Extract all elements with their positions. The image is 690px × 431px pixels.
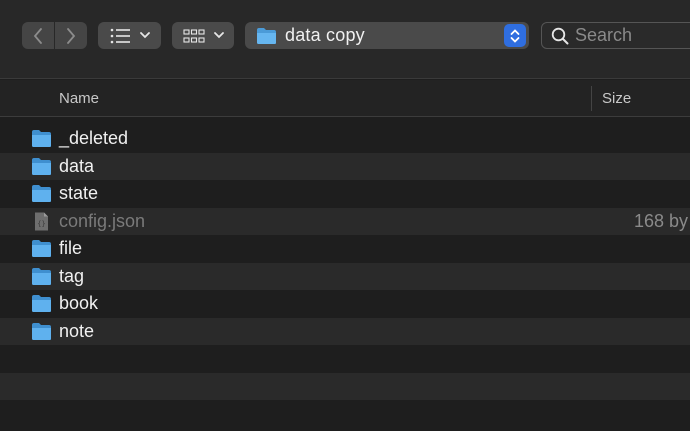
file-size: 168 by: [634, 210, 689, 231]
list-item[interactable]: book: [0, 290, 690, 318]
file-name: data: [59, 155, 95, 176]
path-popup[interactable]: data copy: [245, 22, 529, 49]
nav-buttons: [22, 22, 87, 49]
empty-row: [0, 372, 690, 400]
search-field[interactable]: [541, 22, 690, 49]
file-name: note: [59, 320, 95, 341]
folder-icon: [32, 322, 51, 340]
file-name: file: [59, 238, 83, 259]
file-name: tag: [59, 265, 85, 286]
search-input[interactable]: [575, 25, 685, 46]
column-header: Name Size: [0, 80, 690, 117]
empty-row: [0, 400, 690, 428]
list-item[interactable]: file: [0, 235, 690, 263]
folder-icon: [32, 185, 51, 202]
svg-text:{}: {}: [37, 220, 45, 228]
up-down-chevron-icon: [510, 28, 520, 43]
empty-row: [0, 345, 690, 373]
grid-icon: [182, 28, 205, 43]
chevron-down-icon: [213, 32, 224, 39]
path-stepper[interactable]: [504, 24, 526, 47]
file-name: state: [59, 183, 99, 204]
file-name: _deleted: [59, 128, 129, 149]
folder-icon: [32, 130, 51, 147]
list-icon: [110, 28, 130, 43]
back-button[interactable]: [22, 22, 54, 49]
json-file-icon: {}: [35, 212, 48, 230]
file-name: book: [59, 293, 99, 314]
list-item[interactable]: note: [0, 317, 690, 345]
chevron-down-icon: [139, 32, 150, 39]
search-icon: [551, 27, 569, 44]
list-item[interactable]: {} config.json 168 by: [0, 207, 690, 235]
folder-icon: [257, 27, 276, 44]
list-item[interactable]: data: [0, 152, 690, 180]
folder-icon: [32, 157, 51, 175]
folder-icon: [32, 295, 51, 312]
file-name: config.json: [59, 210, 146, 231]
column-size-header[interactable]: Size: [602, 80, 631, 117]
chevron-right-icon: [67, 27, 76, 44]
list-item[interactable]: state: [0, 180, 690, 208]
group-view-button[interactable]: [172, 22, 234, 49]
column-divider[interactable]: [591, 86, 592, 111]
toolbar: data copy: [0, 0, 690, 79]
list-item[interactable]: _deleted: [0, 125, 690, 153]
folder-icon: [32, 267, 51, 285]
path-label: data copy: [285, 25, 365, 45]
forward-button[interactable]: [55, 22, 87, 49]
file-list: _deleted data state {} config.json 168 b…: [0, 125, 690, 428]
column-name-header[interactable]: Name: [59, 80, 99, 117]
list-view-button[interactable]: [98, 22, 161, 49]
folder-icon: [32, 240, 51, 257]
list-item[interactable]: tag: [0, 262, 690, 290]
chevron-left-icon: [33, 27, 42, 44]
